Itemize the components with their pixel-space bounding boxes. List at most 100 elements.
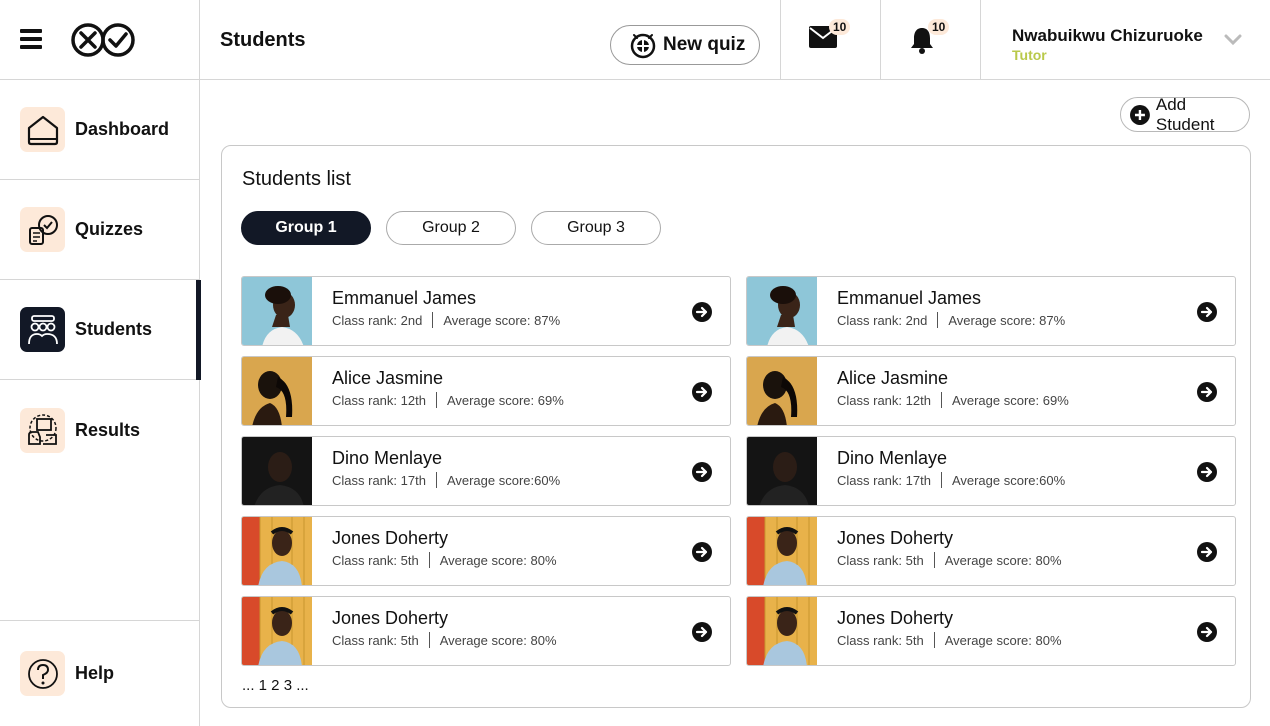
arrow-right-icon[interactable] [1196, 541, 1218, 563]
arrow-right-icon[interactable] [691, 541, 713, 563]
help-icon [20, 651, 65, 696]
sidebar-item-results[interactable]: Results [0, 380, 200, 480]
student-photo [747, 357, 817, 425]
student-photo [242, 437, 312, 505]
add-student-button[interactable]: Add Student [1120, 94, 1250, 134]
student-name: Alice Jasmine [837, 368, 949, 388]
class-rank: Class rank: 2nd [332, 312, 423, 328]
arrow-right-icon[interactable] [1196, 621, 1218, 643]
pagination[interactable]: ... 1 2 3 ... [242, 677, 309, 694]
notifications-button[interactable]: 10 [880, 0, 980, 80]
arrow-right-icon[interactable] [691, 301, 713, 323]
student-card[interactable]: Jones Doherty Class rank: 5th Average sco… [746, 596, 1236, 666]
student-photo [242, 597, 312, 665]
sidebar-item-quizzes[interactable]: Quizzes [0, 180, 200, 280]
student-name: Emmanuel James [837, 288, 982, 308]
sidebar-item-students[interactable]: Students [0, 280, 201, 380]
active-indicator [196, 280, 201, 380]
class-rank: Class rank: 5th [837, 552, 924, 568]
student-name: Jones Doherty [332, 608, 449, 628]
student-photo [242, 277, 312, 345]
average-score: Average score: 80% [944, 632, 1062, 648]
student-name: Emmanuel James [332, 288, 477, 308]
students-list-title: Students list [242, 168, 351, 190]
average-score: Average score:60% [446, 472, 561, 488]
student-photo [747, 277, 817, 345]
average-score: Average score: 69% [951, 392, 1069, 408]
chevron-down-icon[interactable] [1224, 34, 1242, 46]
sidebar-item-dashboard[interactable]: Dashboard [0, 80, 200, 180]
tab-group-1[interactable]: Group 1 [241, 211, 371, 245]
page-title: Students [220, 29, 306, 51]
class-rank: Class rank: 12th [837, 392, 931, 408]
student-photo [242, 357, 312, 425]
add-student-label: Add Student [1155, 94, 1215, 134]
results-icon [20, 407, 65, 453]
student-name: Dino Menlaye [332, 448, 443, 468]
student-card[interactable]: Alice Jasmine Class rank: 12th Average sc… [746, 356, 1236, 426]
class-rank: Class rank: 17th [332, 472, 426, 488]
arrow-right-icon[interactable] [691, 461, 713, 483]
student-card[interactable]: Jones Doherty Class rank: 5th Average sco… [746, 516, 1236, 586]
student-card[interactable]: Emmanuel James Class rank: 2nd Average sc… [746, 276, 1236, 346]
student-card[interactable]: Alice Jasmine Class rank: 12th Average sc… [241, 356, 731, 426]
tab-group-3[interactable]: Group 3 [531, 211, 661, 245]
notification-count-badge: 10 [928, 19, 950, 35]
target-icon [630, 33, 656, 59]
user-name[interactable]: Nwabuikwu Chizuruoke [1012, 26, 1203, 46]
student-photo [747, 517, 817, 585]
average-score: Average score: 80% [439, 552, 557, 568]
arrow-right-icon[interactable] [1196, 381, 1218, 403]
students-list-panel: Students list Group 1 Group 2 Group 3 Em… [221, 145, 1251, 708]
average-score: Average score: 87% [948, 312, 1066, 328]
average-score: Average score: 80% [944, 552, 1062, 568]
arrow-right-icon[interactable] [1196, 461, 1218, 483]
average-score: Average score: 80% [439, 632, 557, 648]
student-photo [747, 437, 817, 505]
class-rank: Class rank: 2nd [837, 312, 928, 328]
student-name: Dino Menlaye [837, 448, 948, 468]
class-rank: Class rank: 12th [332, 392, 426, 408]
average-score: Average score: 87% [443, 312, 561, 328]
mail-button[interactable]: 10 [780, 0, 880, 80]
logo-area [0, 0, 200, 80]
student-card[interactable]: Dino Menlaye Class rank: 17th Average sco… [746, 436, 1236, 506]
plus-circle-icon [1130, 104, 1150, 125]
class-rank: Class rank: 5th [837, 632, 924, 648]
new-quiz-label: New quiz [663, 34, 746, 55]
menu-icon[interactable] [20, 29, 42, 49]
average-score: Average score: 69% [446, 392, 564, 408]
app-logo [71, 23, 135, 57]
new-quiz-button[interactable]: New quiz [610, 25, 760, 65]
top-header: Students New quiz 10 10 Nwabuikwu Chizur… [200, 0, 1270, 80]
sidebar-item-label: Dashboard [75, 119, 170, 139]
sidebar-item-label: Quizzes [75, 219, 144, 239]
arrow-right-icon[interactable] [1196, 301, 1218, 323]
tab-group-2[interactable]: Group 2 [386, 211, 516, 245]
student-name: Alice Jasmine [332, 368, 444, 388]
student-card[interactable]: Dino Menlaye Class rank: 17th Average sco… [241, 436, 731, 506]
class-rank: Class rank: 17th [837, 472, 931, 488]
student-name: Jones Doherty [837, 608, 954, 628]
sidebar: Dashboard Quizzes Students Results Help [0, 80, 201, 726]
arrow-right-icon[interactable] [691, 621, 713, 643]
students-icon [20, 307, 65, 352]
mail-count-badge: 10 [829, 19, 851, 35]
student-card[interactable]: Emmanuel James Class rank: 2nd Average sc… [241, 276, 731, 346]
student-card[interactable]: Jones Doherty Class rank: 5th Average sco… [241, 516, 731, 586]
quiz-icon [20, 207, 65, 252]
student-photo [747, 597, 817, 665]
sidebar-item-label: Help [75, 663, 115, 683]
home-icon [20, 107, 65, 152]
sidebar-item-label: Students [75, 319, 153, 339]
sidebar-item-label: Results [75, 419, 141, 440]
student-name: Jones Doherty [332, 528, 449, 548]
average-score: Average score:60% [951, 472, 1066, 488]
class-rank: Class rank: 5th [332, 552, 419, 568]
arrow-right-icon[interactable] [691, 381, 713, 403]
sidebar-item-help[interactable]: Help [0, 620, 200, 726]
user-role: Tutor [1012, 47, 1047, 63]
class-rank: Class rank: 5th [332, 632, 419, 648]
student-name: Jones Doherty [837, 528, 954, 548]
student-card[interactable]: Jones Doherty Class rank: 5th Average sco… [241, 596, 731, 666]
